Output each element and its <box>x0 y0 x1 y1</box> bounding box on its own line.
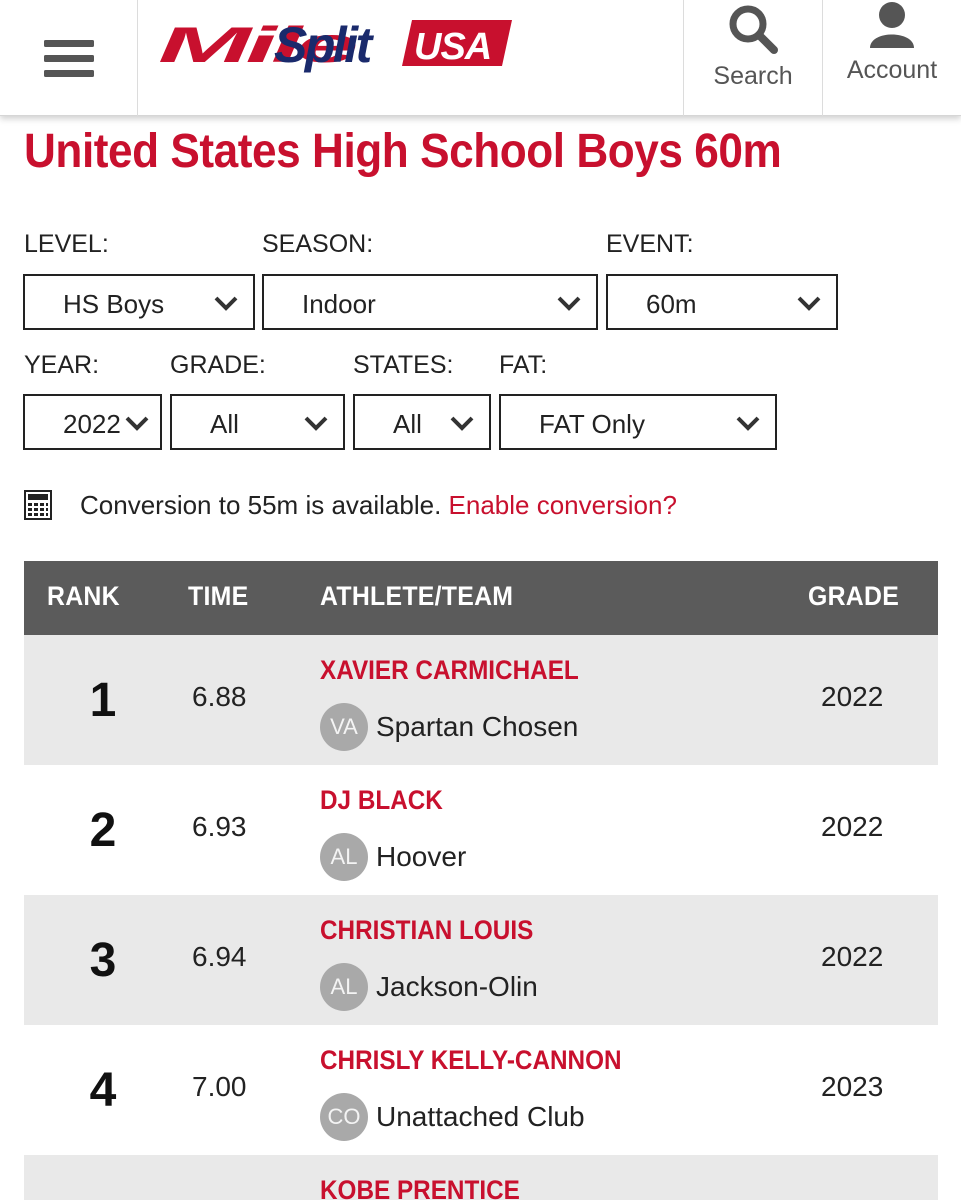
event-value: 60m <box>646 289 697 319</box>
team-name-link[interactable]: Unattached Club <box>376 1101 585 1133</box>
account-button[interactable]: Account <box>822 0 961 116</box>
athlete-column-header[interactable]: ATHLETE/TEAM <box>320 581 513 612</box>
level-value: HS Boys <box>63 289 165 319</box>
athlete-name-link[interactable]: XAVIER CARMICHAEL <box>320 655 579 686</box>
level-select[interactable]: HS Boys <box>23 274 255 330</box>
calculator-icon <box>24 490 52 520</box>
chevron-down-icon <box>557 296 581 311</box>
athlete-name-link[interactable]: KOBE PRENTICE <box>320 1175 520 1200</box>
season-label: SEASON: <box>262 230 374 258</box>
time-value: 6.88 <box>192 681 247 712</box>
state-badge: AL <box>320 963 368 1011</box>
table-row: 4 7.00 CHRISLY KELLY-CANNON CO Unattache… <box>24 1025 938 1155</box>
conversion-text: Conversion to 55m is available. Enable c… <box>80 490 677 521</box>
grade-value: 2022 <box>821 811 884 842</box>
team-info: AL Jackson-Olin <box>320 963 538 1011</box>
state-badge: VA <box>320 703 368 751</box>
conversion-message: Conversion to 55m is available. <box>80 489 442 520</box>
rank-value: 2 <box>89 804 117 857</box>
rank-value: 1 <box>89 674 117 727</box>
event-select[interactable]: 60m <box>606 274 838 330</box>
search-icon <box>729 5 778 54</box>
grade-value: 2022 <box>821 681 884 712</box>
rank-value: 4 <box>89 1064 117 1117</box>
state-badge: CO <box>320 1093 368 1141</box>
table-row: 1 6.88 XAVIER CARMICHAEL VA Spartan Chos… <box>24 635 938 765</box>
fat-value: FAT Only <box>539 409 645 439</box>
time-value: 6.94 <box>192 941 247 972</box>
account-label: Account <box>846 56 938 84</box>
table-row: 2 6.93 DJ BLACK AL Hoover 2022 <box>24 765 938 895</box>
chevron-down-icon <box>736 416 760 431</box>
athlete-name-link[interactable]: CHRISLY KELLY-CANNON <box>320 1045 622 1076</box>
chevron-down-icon <box>304 416 328 431</box>
team-name-link[interactable]: Spartan Chosen <box>376 711 578 743</box>
rank-column-header[interactable]: RANK <box>47 581 120 612</box>
hamburger-menu-button[interactable] <box>0 0 138 116</box>
team-name-link[interactable]: Jackson-Olin <box>376 971 538 1003</box>
rankings-table-header: RANK TIME ATHLETE/TEAM GRADE <box>24 561 938 635</box>
chevron-down-icon <box>214 296 238 311</box>
fat-label: FAT: <box>499 351 548 379</box>
chevron-down-icon <box>450 416 474 431</box>
year-value: 2022 <box>63 409 121 439</box>
site-header: Mile Split USA Search Account <box>0 0 961 116</box>
level-label: LEVEL: <box>24 230 109 258</box>
table-row: 3 6.94 CHRISTIAN LOUIS AL Jackson-Olin 2… <box>24 895 938 1025</box>
states-select[interactable]: All <box>353 394 491 450</box>
grade-column-header[interactable]: GRADE <box>808 581 899 612</box>
fat-select[interactable]: FAT Only <box>499 394 777 450</box>
rank-value: 3 <box>89 934 117 987</box>
time-value: 7.00 <box>192 1071 247 1102</box>
grade-select[interactable]: All <box>170 394 345 450</box>
milesplit-usa-logo[interactable]: Mile Split USA <box>156 14 516 84</box>
year-select[interactable]: 2022 <box>23 394 162 450</box>
search-button[interactable]: Search <box>683 0 822 116</box>
states-label: STATES: <box>353 351 454 379</box>
search-label: Search <box>713 62 793 90</box>
time-value: 6.93 <box>192 811 247 842</box>
hamburger-icon <box>43 40 94 77</box>
states-value: All <box>393 409 422 439</box>
grade-value: 2023 <box>821 1071 884 1102</box>
table-row: KOBE PRENTICE <box>24 1155 938 1200</box>
svg-text:Split: Split <box>274 17 375 73</box>
chevron-down-icon <box>797 296 821 311</box>
chevron-down-icon <box>125 416 149 431</box>
grade-value: 2022 <box>821 941 884 972</box>
season-value: Indoor <box>302 289 376 319</box>
athlete-name-link[interactable]: DJ BLACK <box>320 785 443 816</box>
grade-label: GRADE: <box>170 351 266 379</box>
svg-text:USA: USA <box>414 26 491 68</box>
page-title: United States High School Boys 60m <box>24 125 782 178</box>
team-info: VA Spartan Chosen <box>320 703 578 751</box>
user-icon <box>870 2 914 48</box>
team-name-link[interactable]: Hoover <box>376 841 466 873</box>
conversion-notice: Conversion to 55m is available. Enable c… <box>24 488 677 522</box>
year-label: YEAR: <box>24 351 100 379</box>
state-badge: AL <box>320 833 368 881</box>
athlete-name-link[interactable]: CHRISTIAN LOUIS <box>320 915 533 946</box>
event-label: EVENT: <box>606 230 694 258</box>
grade-value: All <box>210 409 239 439</box>
team-info: CO Unattached Club <box>320 1093 585 1141</box>
season-select[interactable]: Indoor <box>262 274 598 330</box>
team-info: AL Hoover <box>320 833 466 881</box>
time-column-header[interactable]: TIME <box>188 581 248 612</box>
enable-conversion-link[interactable]: Enable conversion? <box>449 490 677 520</box>
